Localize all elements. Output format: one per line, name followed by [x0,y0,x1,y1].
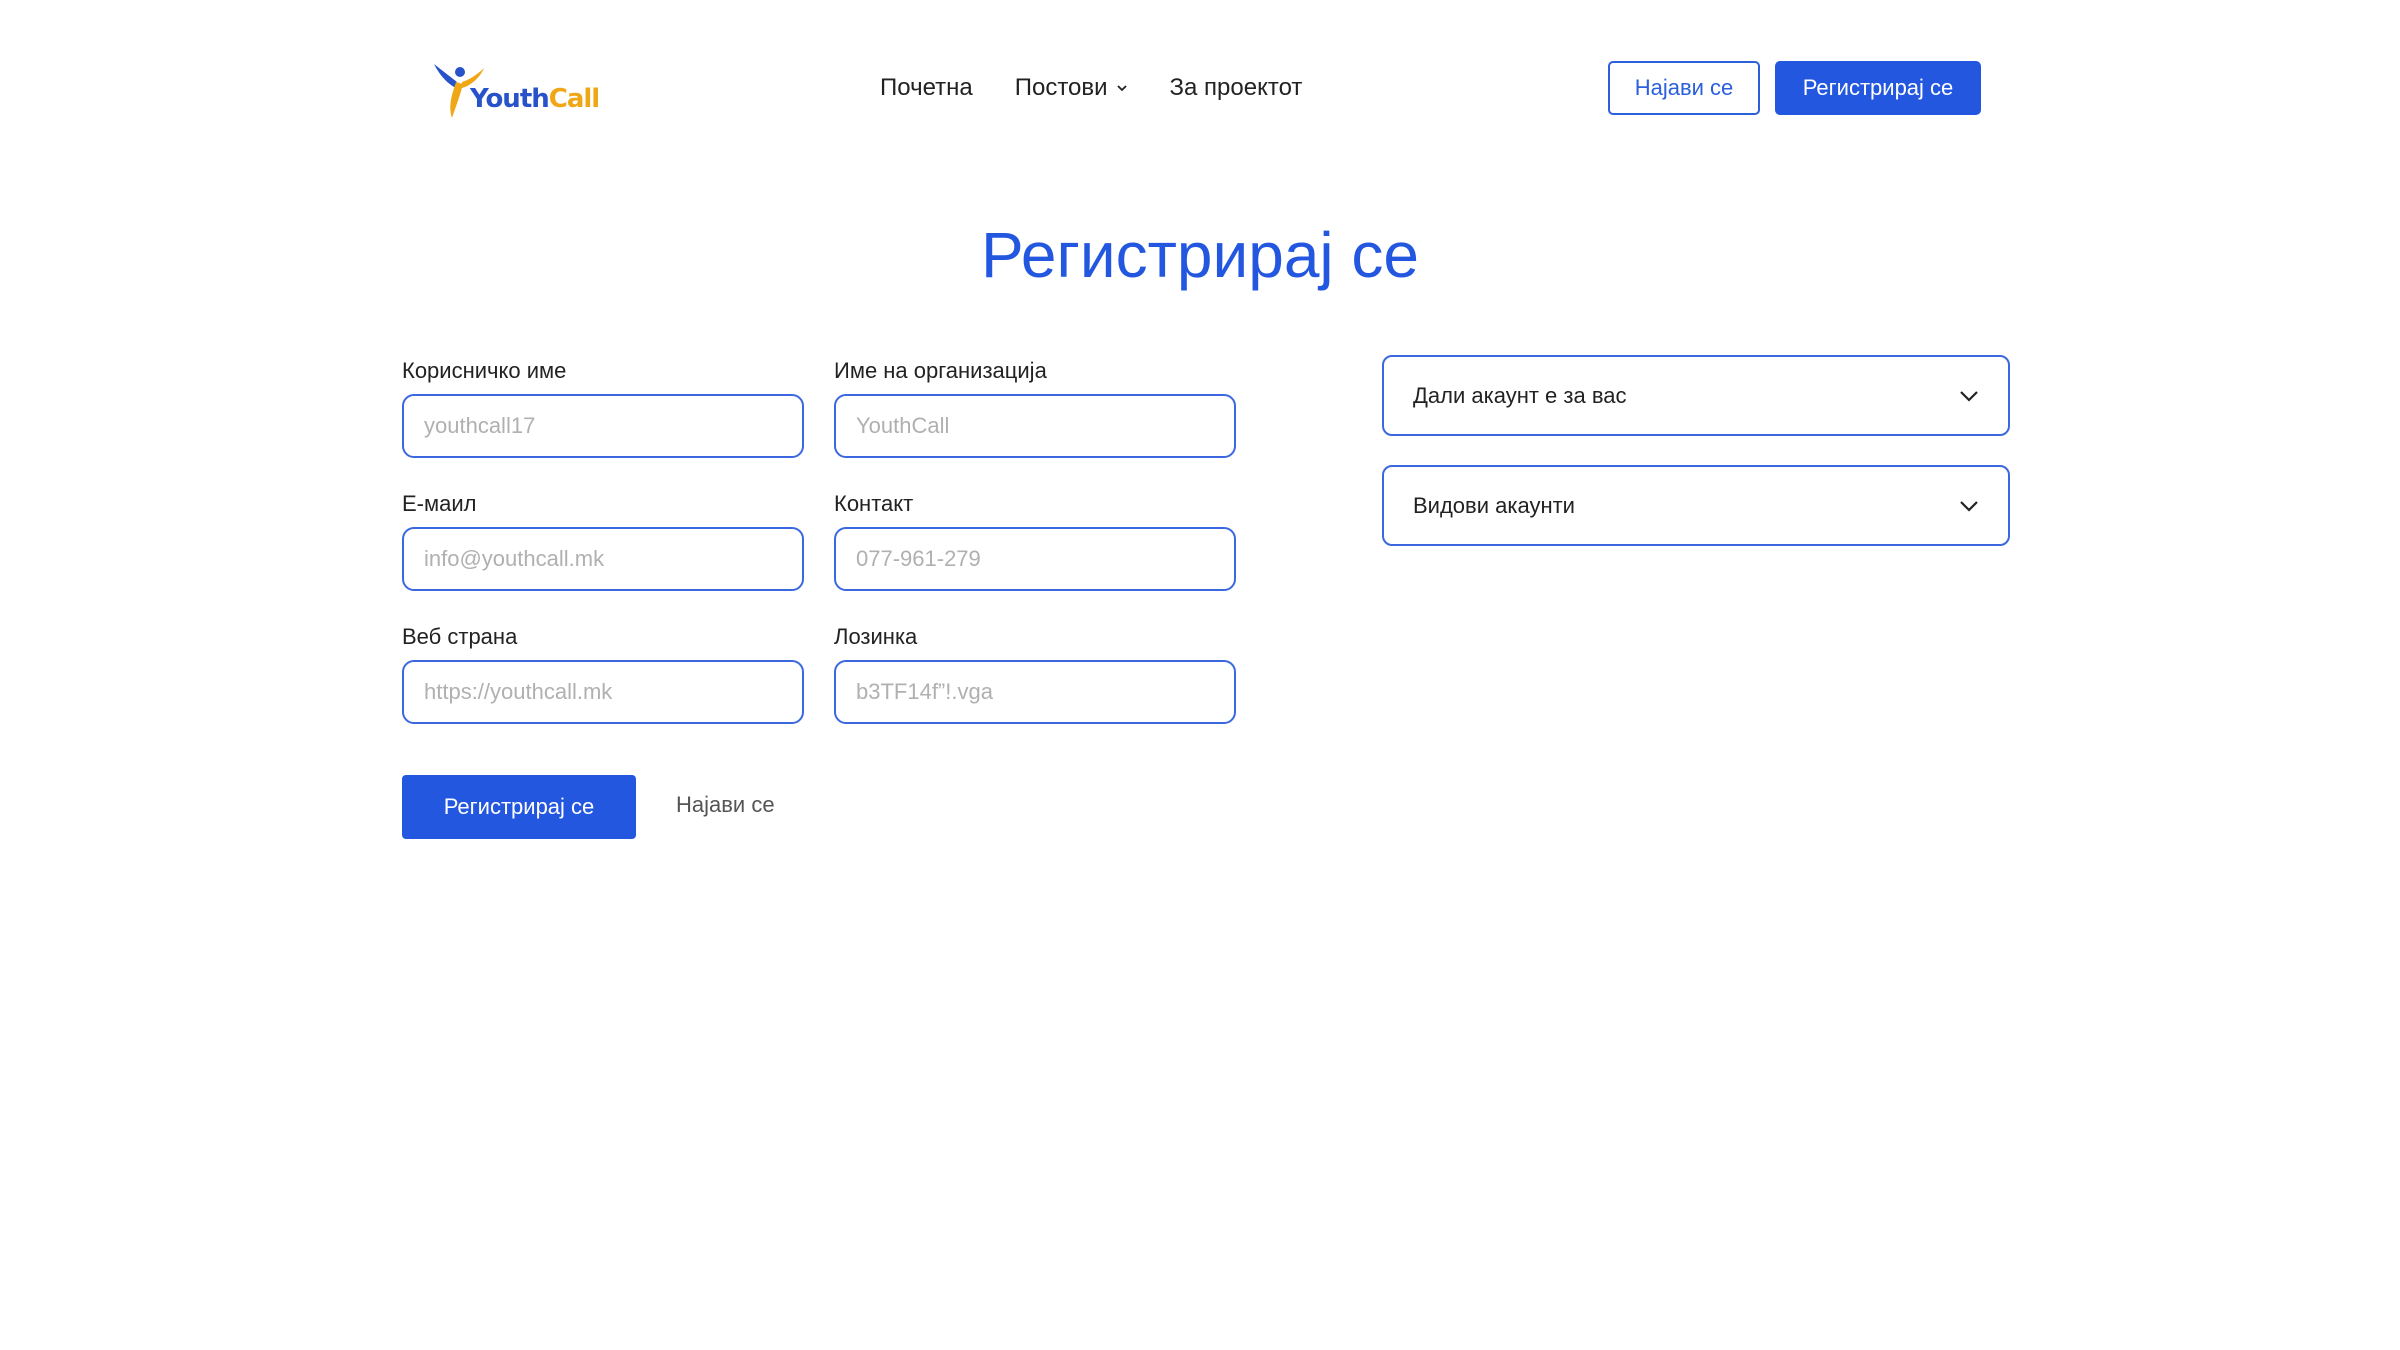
website-label: Веб страна [402,624,518,649]
logo-text-youth: Youth [470,84,550,114]
nav-item-about-label: За проектот [1169,74,1303,101]
nav-item-posts-label: Постови [1014,74,1108,101]
header-login-button[interactable]: Најави се [1608,61,1760,115]
website-input[interactable] [402,660,804,724]
username-input[interactable] [402,394,804,458]
page-title: Регистрирај се [981,219,1419,291]
nav-item-posts[interactable]: Постови [1015,74,1128,102]
youthcall-logo[interactable]: YouthCall [430,58,600,122]
header-register-button[interactable]: Регистрирај се [1775,61,1981,115]
logo-text: YouthCall [470,84,600,114]
username-label: Корисничко име [402,358,567,383]
page: YouthCall Почетна Постови За проектот На… [0,0,2400,1350]
nav-item-home-label: Почетна [880,74,973,101]
login-link[interactable]: Најави се [676,792,775,818]
contact-label: Контакт [834,491,914,516]
email-input[interactable] [402,527,804,591]
nav-item-home[interactable]: Почетна [880,74,973,102]
chevron-down-icon [1960,500,1978,512]
chevron-down-icon [1116,85,1127,92]
logo-text-call: Call [548,84,600,114]
password-input[interactable] [834,660,1236,724]
accordion-label: Видови акаунти [1413,492,1575,518]
email-label: Е-маил [402,491,477,516]
contact-input[interactable] [834,527,1236,591]
accordion-account-types[interactable]: Видови акаунти [1382,465,2010,546]
accordion-label: Дали акаунт е за вас [1413,382,1627,408]
organization-label: Име на организација [834,358,1047,383]
chevron-down-icon [1960,390,1978,402]
nav-item-about[interactable]: За проектот [1170,74,1303,102]
password-label: Лозинка [834,624,918,649]
register-submit-button[interactable]: Регистрирај се [402,775,636,839]
accordion-is-account-for-you[interactable]: Дали акаунт е за вас [1382,355,2010,436]
organization-input[interactable] [834,394,1236,458]
main-nav: Почетна Постови За проектот [880,70,1344,106]
